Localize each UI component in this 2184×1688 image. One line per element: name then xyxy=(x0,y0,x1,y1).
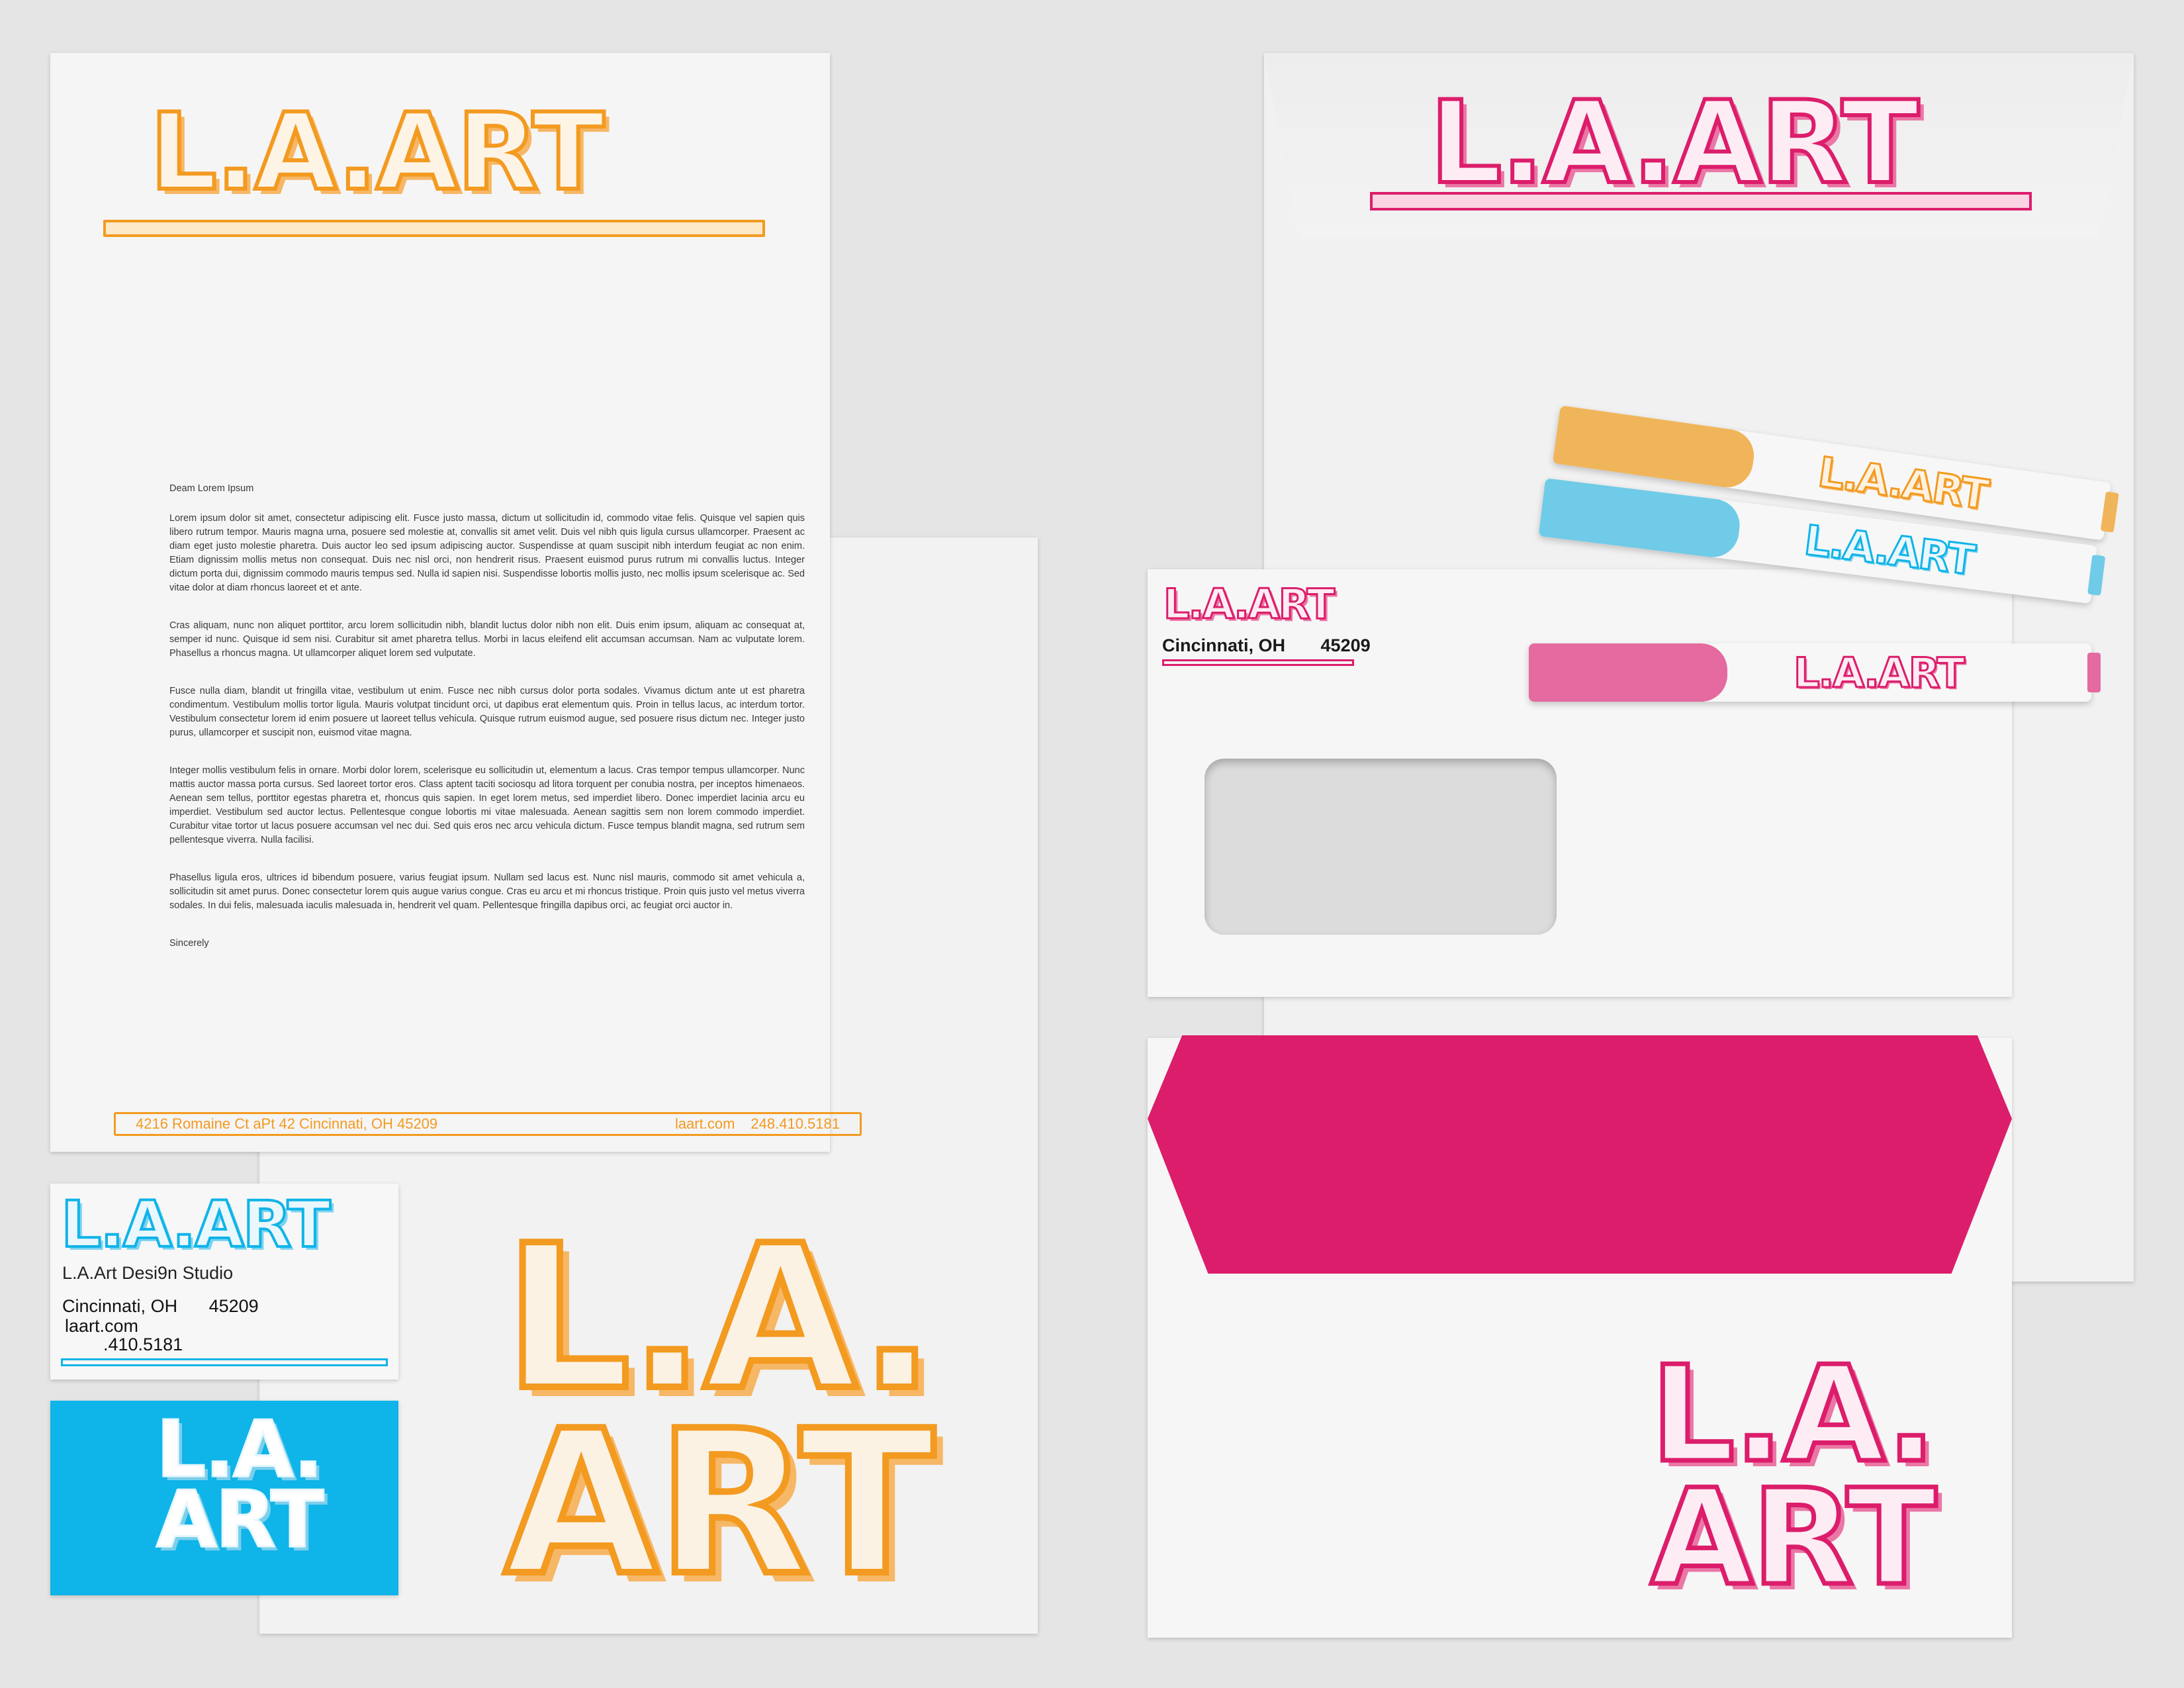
letterhead-footer: 4216 Romaine Ct aPt 42 Cincinnati, OH 45… xyxy=(114,1112,862,1136)
letter-body: Deam Lorem Ipsum Lorem ipsum dolor sit a… xyxy=(169,482,805,974)
big-orange-logo: L.A. ART xyxy=(501,1216,1021,1619)
bizcard-back-logo-line2: ART xyxy=(155,1474,324,1565)
open-envelope: L.A. ART xyxy=(1148,1035,2012,1638)
business-card-back: L.A. ART xyxy=(50,1401,398,1595)
letter-closing: Sincerely xyxy=(169,938,209,949)
letter-paragraph: Cras aliquam, nunc non aliquet porttitor… xyxy=(169,620,805,659)
letter-paragraph: Fusce nulla diam, blandit ut fringilla v… xyxy=(169,686,805,739)
logo-line2: ART xyxy=(501,1388,938,1619)
large-envelope-logo-underline xyxy=(1370,192,2032,211)
bizcard-back-logo: L.A. ART xyxy=(155,1409,324,1565)
letter-paragraph: Phasellus ligula eros, ultrices id biben… xyxy=(169,872,805,912)
marker-pink: L.A.ART xyxy=(1529,643,2101,702)
open-envelope-flap xyxy=(1148,1035,2012,1274)
bizcard-city: Cincinnati, OH xyxy=(62,1296,178,1316)
marker-cap xyxy=(1529,643,1727,702)
footer-phone: 248.410.5181 xyxy=(751,1115,840,1132)
letterhead-paper: L.A.ART Deam Lorem Ipsum Lorem ipsum dol… xyxy=(50,53,862,1152)
window-envelope: L.A.ART Cincinnati, OH 45209 xyxy=(1148,569,2012,997)
bizcard-phone: .410.5181 xyxy=(103,1335,183,1354)
bizcard-studio: L.A.Art Desi9n Studio xyxy=(62,1263,234,1283)
marker-logo: L.A.ART xyxy=(1793,649,1966,697)
envelope-window xyxy=(1205,759,1557,935)
window-envelope-zip: 45209 xyxy=(1320,635,1371,655)
window-envelope-logo: L.A.ART xyxy=(1163,580,1336,628)
bizcard-logo: L.A.ART xyxy=(60,1188,332,1262)
letterhead-logo: L.A.ART xyxy=(148,90,606,214)
letter-salutation: Deam Lorem Ipsum xyxy=(169,483,254,494)
window-envelope-city: Cincinnati, OH xyxy=(1162,635,1286,655)
footer-address: 4216 Romaine Ct aPt 42 Cincinnati, OH 45… xyxy=(136,1115,438,1132)
open-envelope-logo: L.A. ART xyxy=(1648,1346,1938,1615)
large-envelope-logo: L.A.ART xyxy=(1428,76,1921,209)
letter-paragraph: Lorem ipsum dolor sit amet, consectetur … xyxy=(169,513,805,594)
bizcard-zip: 45209 xyxy=(208,1296,259,1316)
business-card-front: L.A.ART L.A.Art Desi9n Studio Cincinnati… xyxy=(50,1184,398,1380)
bizcard-logo-underline xyxy=(61,1358,388,1366)
footer-web: laart.com xyxy=(674,1115,735,1132)
letter-paragraph: Integer mollis vestibulum felis in ornar… xyxy=(169,765,805,846)
bizcard-web: laart.com xyxy=(65,1316,139,1336)
letterhead-logo-underline xyxy=(103,220,765,237)
marker-tip xyxy=(2087,653,2101,692)
window-envelope-underline xyxy=(1162,659,1354,666)
open-envelope-logo-line2: ART xyxy=(1648,1461,1938,1615)
